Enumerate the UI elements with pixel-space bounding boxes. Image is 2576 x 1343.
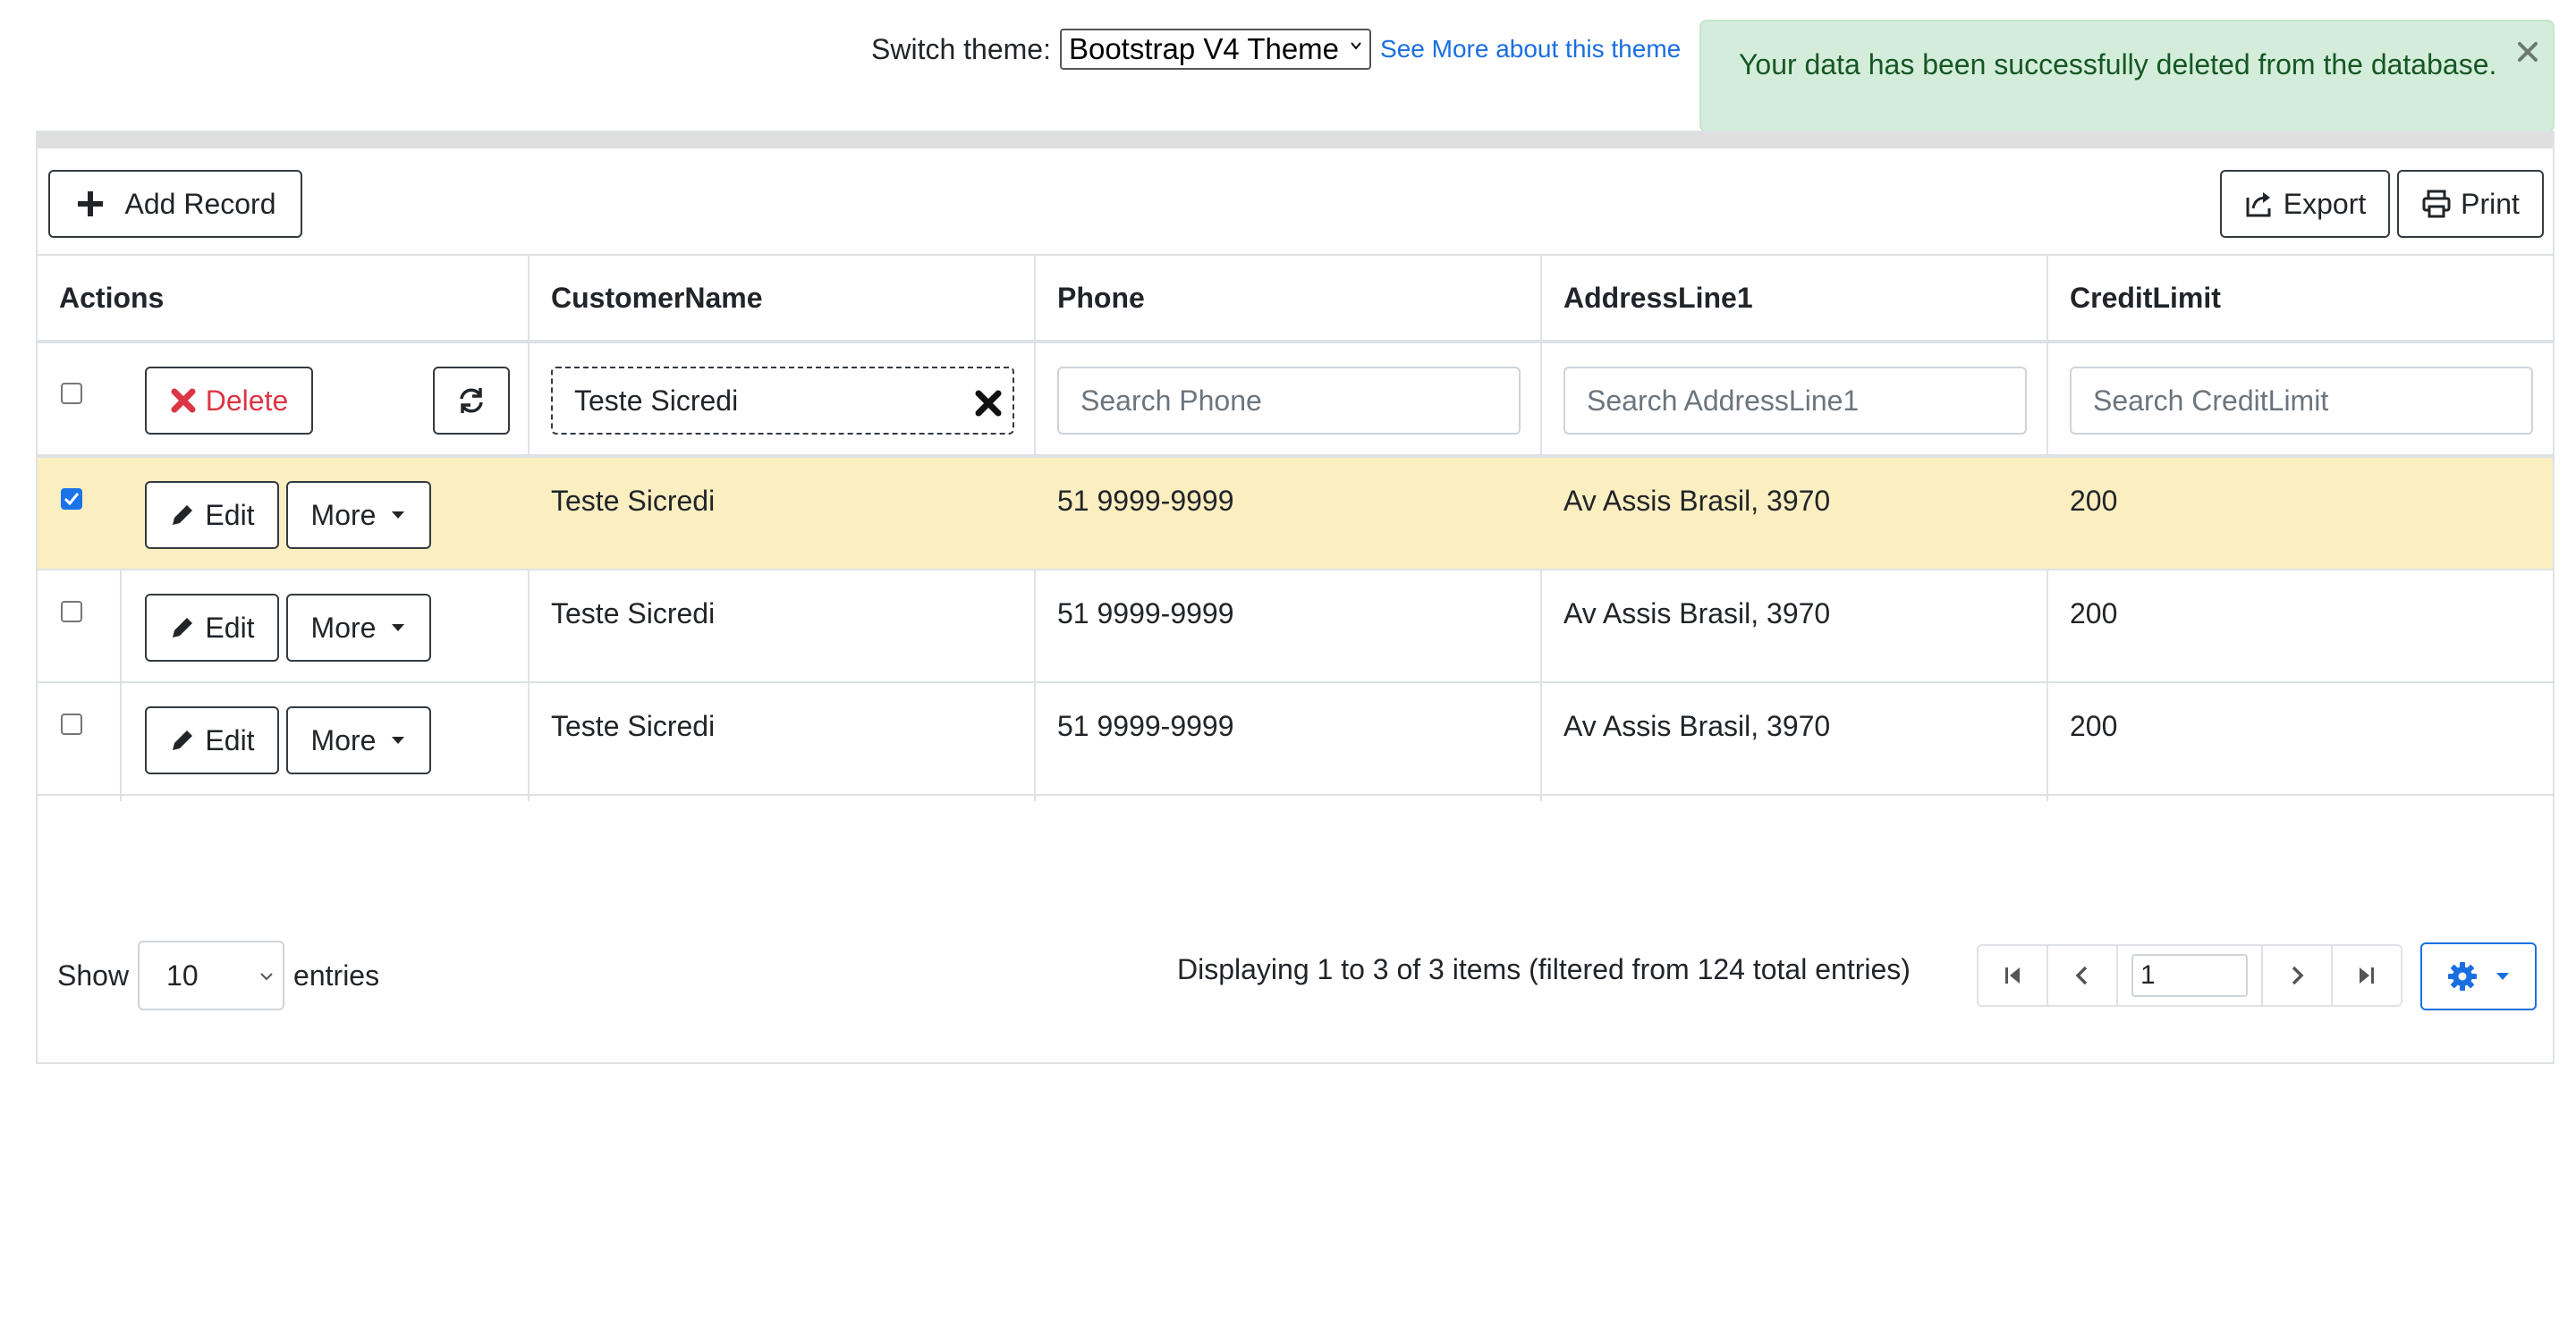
page-size-value: 10 <box>166 959 199 992</box>
entries-label: entries <box>293 959 380 992</box>
theme-select[interactable]: Bootstrap V4 Theme <box>1059 29 1372 70</box>
page-size-select[interactable]: 10 <box>138 941 285 1010</box>
edit-label: Edit <box>205 611 255 644</box>
edit-label: Edit <box>205 723 255 756</box>
export-button[interactable]: Export <box>2220 170 2390 238</box>
check-icon <box>64 493 80 506</box>
phone-filter-input[interactable]: Search Phone <box>1057 367 1521 435</box>
theme-switch-label: Switch theme: <box>871 32 1051 65</box>
delete-x-icon <box>171 388 196 413</box>
more-button[interactable]: More <box>286 481 431 549</box>
page-size-control: Show 10 entries <box>57 941 379 1010</box>
customer-name-cell: Teste Sicredi <box>551 710 716 742</box>
customer-name-cell: Teste Sicredi <box>551 485 716 517</box>
last-page-button[interactable] <box>2331 944 2402 1007</box>
edit-button[interactable]: Edit <box>145 594 279 662</box>
pencil-icon <box>173 618 193 638</box>
more-button[interactable]: More <box>286 706 431 774</box>
theme-select-value: Bootstrap V4 Theme <box>1068 32 1340 65</box>
theme-switcher: Switch theme: Bootstrap V4 Theme See Mor… <box>871 29 1681 70</box>
table-row[interactable]: Edit More Teste Sicredi 51 9999-9999 Av … <box>38 458 2553 570</box>
success-alert: Your data has been successfully deleted … <box>1699 20 2555 132</box>
datagrid: Add Record Export Print Actions Customer… <box>36 131 2555 1064</box>
delete-button[interactable]: Delete <box>145 367 313 435</box>
caret-down-icon <box>392 737 405 744</box>
header-strip <box>38 132 2553 148</box>
column-header-phone[interactable]: Phone <box>1036 256 1145 340</box>
edit-button[interactable]: Edit <box>145 706 279 774</box>
gear-icon <box>2448 962 2477 991</box>
more-label: More <box>310 723 377 756</box>
pagination: 1 <box>1977 944 2402 1007</box>
settings-dropdown-button[interactable] <box>2420 942 2537 1010</box>
customer-name-filter[interactable]: Teste Sicredi <box>551 367 1014 435</box>
add-record-button[interactable]: Add Record <box>48 170 302 238</box>
chevron-down-icon <box>260 973 273 981</box>
last-page-icon <box>2360 967 2374 984</box>
credit-limit-filter-input[interactable]: Search CreditLimit <box>2070 367 2533 435</box>
caret-down-icon <box>392 624 405 631</box>
column-header-actions: Actions <box>59 281 165 314</box>
address-filter-input[interactable]: Search AddressLine1 <box>1563 367 2027 435</box>
phone-cell: 51 9999-9999 <box>1057 597 1234 629</box>
page-number-input[interactable]: 1 <box>2131 954 2248 997</box>
alert-message: Your data has been successfully deleted … <box>1739 48 2497 80</box>
table-row[interactable]: Edit More Teste Sicredi 51 9999-9999 Av … <box>38 570 2553 683</box>
credit-limit-cell: 200 <box>2070 485 2118 517</box>
row-checkbox[interactable] <box>61 714 82 735</box>
column-header-addressline1[interactable]: AddressLine1 <box>1542 256 1753 340</box>
pencil-icon <box>173 731 193 750</box>
credit-limit-cell: 200 <box>2070 597 2118 629</box>
address-cell: Av Assis Brasil, 3970 <box>1563 710 1831 742</box>
clear-filter-icon[interactable] <box>973 388 1004 418</box>
print-button[interactable]: Print <box>2397 170 2544 238</box>
export-icon <box>2246 192 2271 217</box>
show-label: Show <box>57 959 130 992</box>
phone-cell: 51 9999-9999 <box>1057 485 1234 517</box>
export-label: Export <box>2283 187 2367 220</box>
next-page-button[interactable] <box>2261 944 2333 1007</box>
edit-label: Edit <box>205 498 255 531</box>
caret-down-icon <box>2496 973 2509 980</box>
chevron-down-icon <box>1351 42 1361 50</box>
chevron-right-icon <box>2292 966 2304 985</box>
table-row[interactable]: Edit More Teste Sicredi 51 9999-9999 Av … <box>38 683 2553 796</box>
customer-name-cell: Teste Sicredi <box>551 597 716 629</box>
more-label: More <box>310 498 377 531</box>
more-button[interactable]: More <box>286 594 431 662</box>
phone-cell: 51 9999-9999 <box>1057 710 1234 742</box>
chevron-left-icon <box>2075 966 2088 985</box>
add-record-label: Add Record <box>124 187 276 220</box>
column-header-creditlimit[interactable]: CreditLimit <box>2048 256 2221 340</box>
refresh-icon <box>460 388 483 413</box>
customer-name-filter-value: Teste Sicredi <box>574 384 739 417</box>
close-icon[interactable] <box>2513 38 2542 66</box>
refresh-button[interactable] <box>433 367 510 435</box>
select-all-checkbox[interactable] <box>61 383 82 404</box>
theme-info-link[interactable]: See More about this theme <box>1380 35 1681 63</box>
column-header-customername[interactable]: CustomerName <box>530 256 763 340</box>
delete-label: Delete <box>205 384 289 417</box>
pagination-info: Displaying 1 to 3 of 3 items (filtered f… <box>1177 953 1911 985</box>
previous-page-button[interactable] <box>2046 944 2118 1007</box>
edit-button[interactable]: Edit <box>145 481 279 549</box>
first-page-icon <box>2005 967 2020 984</box>
row-checkbox[interactable] <box>61 488 82 510</box>
page-input-wrapper: 1 <box>2116 944 2263 1007</box>
row-checkbox[interactable] <box>61 601 82 622</box>
plus-icon <box>77 191 103 216</box>
credit-limit-cell: 200 <box>2070 710 2118 742</box>
pencil-icon <box>173 505 193 525</box>
first-page-button[interactable] <box>1977 944 2048 1007</box>
caret-down-icon <box>392 511 405 519</box>
grid-header: Actions CustomerName Phone AddressLine1 … <box>38 254 2553 343</box>
address-cell: Av Assis Brasil, 3970 <box>1563 485 1831 517</box>
printer-icon <box>2422 190 2451 218</box>
address-cell: Av Assis Brasil, 3970 <box>1563 597 1831 629</box>
print-label: Print <box>2461 187 2520 220</box>
more-label: More <box>310 611 377 644</box>
filter-row: Delete Teste Sicredi Search Phone Search… <box>38 343 2553 458</box>
